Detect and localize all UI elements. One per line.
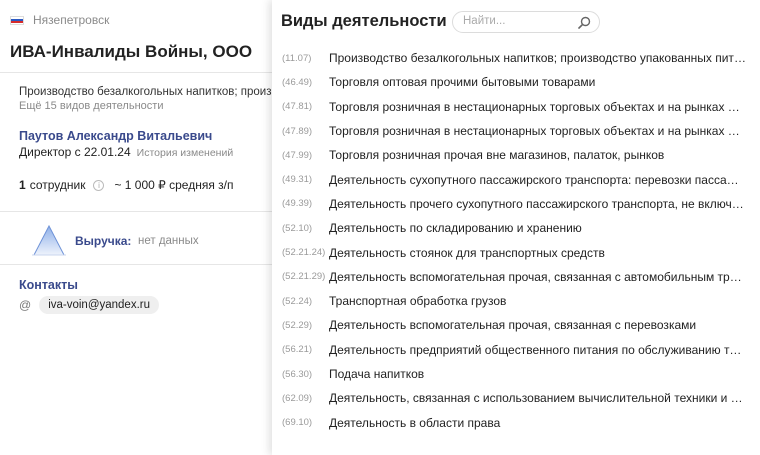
revenue-value: нет данных bbox=[138, 235, 199, 247]
activity-row[interactable]: (47.99) Торговля розничная прочая вне маг… bbox=[272, 143, 760, 167]
divider bbox=[0, 72, 272, 73]
activity-name: Подача напитков bbox=[329, 367, 425, 381]
activity-row[interactable]: (52.24) Транспортная обработка грузов bbox=[272, 289, 760, 313]
activity-row[interactable]: (52.10) Деятельность по складированию и х… bbox=[272, 216, 760, 240]
company-card: Нязепетровск ИВА-Инвалиды Войны, ООО Про… bbox=[0, 0, 272, 455]
activity-code: (47.89) bbox=[282, 125, 313, 137]
activity-row[interactable]: (52.29) Деятельность вспомогательная проч… bbox=[272, 313, 760, 337]
activity-row[interactable]: (56.30) Подача напитков bbox=[272, 362, 760, 386]
info-icon[interactable]: i bbox=[93, 179, 105, 191]
activity-row[interactable]: (62.09) Деятельность, связанная с использ… bbox=[272, 386, 760, 410]
region-label: Нязепетровск bbox=[10, 13, 109, 27]
activity-name: Производство безалкогольных напитков; пр… bbox=[329, 51, 746, 66]
activity-code: (11.07) bbox=[282, 52, 312, 64]
activities-list: (11.07) Производство безалкогольных напит… bbox=[272, 46, 760, 435]
revenue-label: Выручка: bbox=[75, 234, 132, 248]
activity-row[interactable]: (49.31) Деятельность сухопутного пассажир… bbox=[272, 167, 760, 191]
activity-row[interactable]: (47.89) Торговля розничная в нестационарн… bbox=[272, 119, 760, 143]
employees-count: 1 bbox=[19, 178, 26, 192]
activity-name: Деятельность вспомогательная прочая, свя… bbox=[329, 318, 697, 333]
avg-salary: ~ 1 000 ₽ средняя з/п bbox=[114, 178, 234, 192]
activity-name: Деятельность вспомогательная прочая, свя… bbox=[329, 269, 746, 284]
activity-code: (56.30) bbox=[282, 368, 313, 380]
activity-name: Деятельность прочего сухопутного пассажи… bbox=[329, 196, 746, 211]
search-box[interactable] bbox=[452, 11, 600, 33]
activity-name: Деятельность по складированию и хранению bbox=[329, 221, 582, 236]
company-name[interactable]: ИВА-Инвалиды Войны, ООО bbox=[10, 42, 252, 62]
activity-name: Торговля розничная прочая вне магазинов,… bbox=[329, 148, 665, 163]
activity-code: (46.49) bbox=[282, 76, 313, 88]
search-icon[interactable] bbox=[578, 16, 591, 29]
region-text: Нязепетровск bbox=[33, 13, 110, 27]
employees-label: сотрудник bbox=[29, 178, 86, 192]
activity-preview: Производство безалкогольных напитков; пр… bbox=[19, 86, 272, 98]
activity-code: (49.31) bbox=[282, 174, 313, 186]
company-stats: 1 сотрудник i ~ 1 000 ₽ средняя з/п bbox=[19, 178, 234, 192]
director-name-link[interactable]: Паутов Александр Витальевич bbox=[19, 129, 212, 143]
at-sign-icon: @ bbox=[19, 298, 32, 312]
history-link[interactable]: История изменений bbox=[137, 147, 234, 159]
activity-code: (52.21.24) bbox=[282, 247, 326, 259]
activity-row[interactable]: (49.39) Деятельность прочего сухопутного … bbox=[272, 192, 760, 216]
panel-title: Виды деятельности bbox=[281, 12, 447, 30]
divider bbox=[0, 264, 272, 265]
more-activities-link[interactable]: Ещё 15 видов деятельности bbox=[19, 100, 163, 112]
activity-code: (49.39) bbox=[282, 198, 313, 210]
activity-name: Деятельность стоянок для транспортных ср… bbox=[329, 245, 605, 260]
activity-code: (52.10) bbox=[282, 222, 313, 234]
activity-code: (52.24) bbox=[282, 295, 313, 307]
divider bbox=[0, 211, 272, 212]
activity-name: Деятельность, связанная с использованием… bbox=[329, 391, 746, 406]
director-role-text: Директор с 22.01.24 bbox=[19, 145, 131, 159]
activity-code: (52.29) bbox=[282, 319, 313, 331]
director-role: Директор с 22.01.24 История изменений bbox=[19, 145, 233, 159]
activity-row[interactable]: (46.49) Торговля оптовая прочими бытовыми… bbox=[272, 70, 760, 94]
activity-name: Деятельность в области права bbox=[329, 415, 501, 430]
russia-flag-icon bbox=[10, 15, 24, 25]
activity-code: (62.09) bbox=[282, 392, 313, 404]
activity-row[interactable]: (52.21.29) Деятельность вспомогательная п… bbox=[272, 265, 760, 289]
activity-name: Торговля розничная в нестационарных торг… bbox=[329, 99, 746, 114]
search-input[interactable] bbox=[463, 15, 573, 27]
activity-row[interactable]: (11.07) Производство безалкогольных напит… bbox=[272, 46, 760, 70]
activity-name: Деятельность предприятий общественного п… bbox=[329, 342, 746, 357]
activity-name: Транспортная обработка грузов bbox=[329, 294, 507, 309]
activity-code: (56.21) bbox=[282, 344, 313, 356]
activity-code: (52.21.29) bbox=[282, 271, 326, 283]
activity-row[interactable]: (47.81) Торговля розничная в нестационарн… bbox=[272, 95, 760, 119]
activities-panel: Виды деятельности (11.07) Производство бе… bbox=[272, 0, 760, 455]
activity-name: Торговля оптовая прочими бытовыми товара… bbox=[329, 75, 596, 90]
activity-row[interactable]: (56.21) Деятельность предприятий обществе… bbox=[272, 338, 760, 362]
revenue-block[interactable]: Выручка: нет данных bbox=[0, 215, 272, 263]
panel-header: Виды деятельности bbox=[272, 0, 760, 44]
email-row: @ iva-voin@yandex.ru bbox=[19, 296, 159, 314]
activity-code: (47.99) bbox=[282, 149, 313, 161]
contacts-title: Контакты bbox=[19, 278, 78, 292]
activity-row[interactable]: (52.21.24) Деятельность стоянок для транс… bbox=[272, 240, 760, 264]
activity-code: (47.81) bbox=[282, 101, 313, 113]
email-chip[interactable]: iva-voin@yandex.ru bbox=[39, 296, 159, 314]
activity-name: Торговля розничная в нестационарных торг… bbox=[329, 124, 746, 139]
activity-name: Деятельность сухопутного пассажирского т… bbox=[329, 172, 746, 187]
activity-code: (69.10) bbox=[282, 417, 313, 429]
activity-row[interactable]: (69.10) Деятельность в области права bbox=[272, 410, 760, 434]
revenue-graph-icon bbox=[32, 224, 66, 256]
